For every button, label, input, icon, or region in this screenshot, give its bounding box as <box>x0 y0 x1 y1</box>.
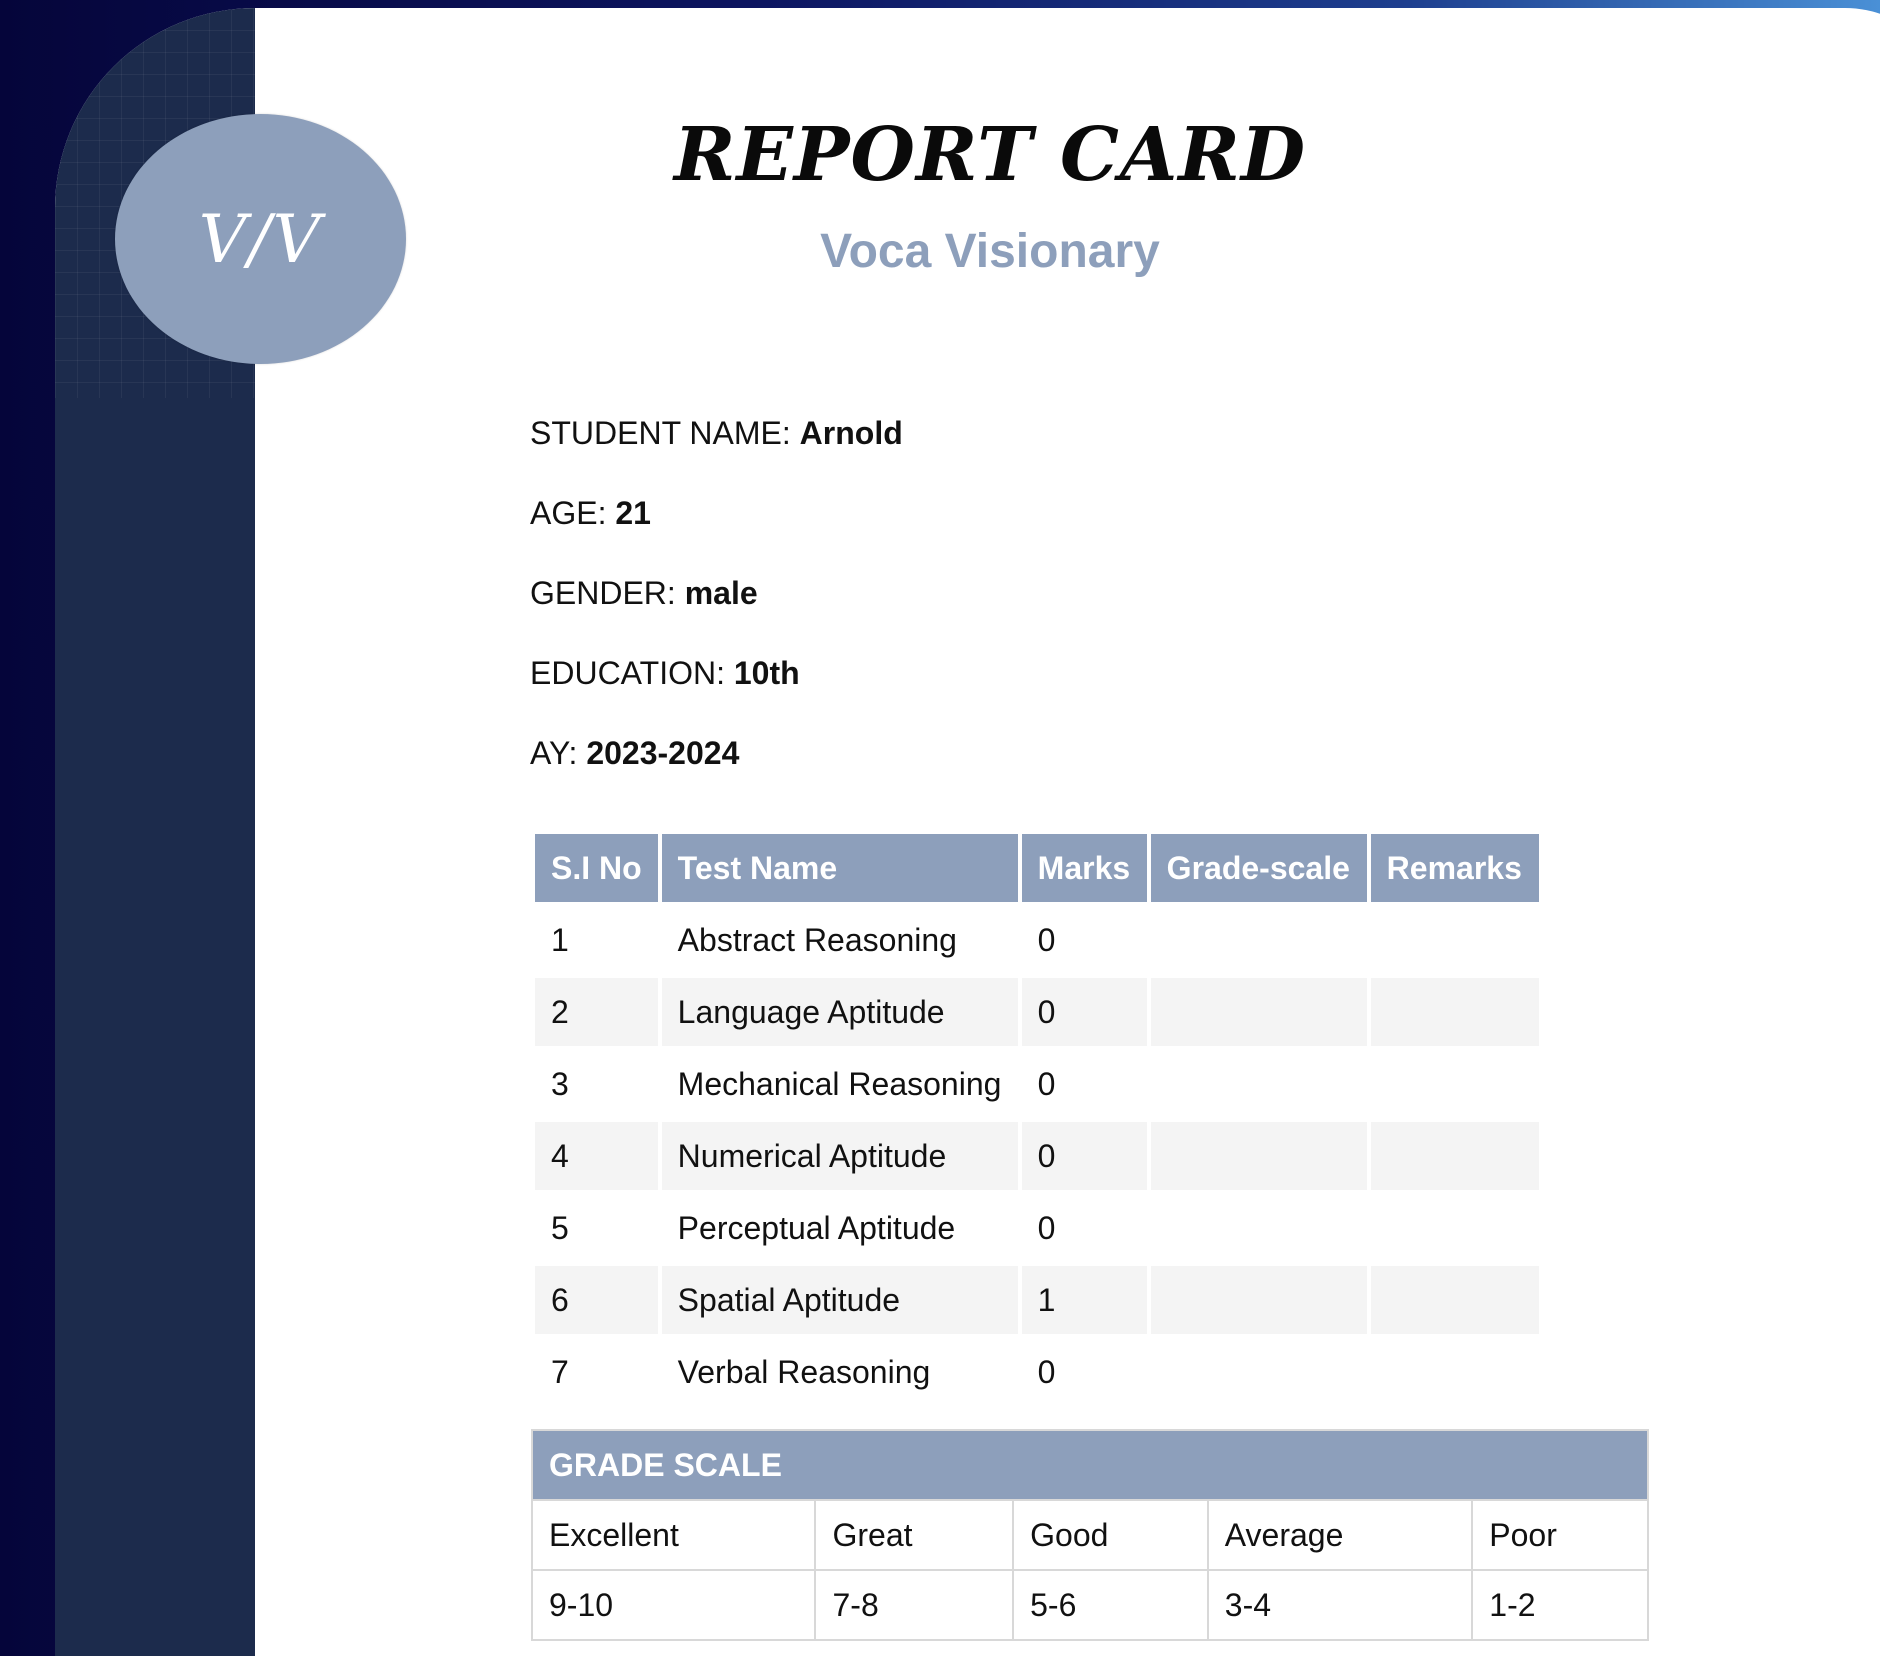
cell-marks: 0 <box>1037 1353 1056 1390</box>
column-header-sl-no: S.I No <box>535 834 658 902</box>
grade-levels-row: Excellent Great Good Average Poor <box>530 1499 1649 1571</box>
cell-grade-scale <box>1151 906 1367 974</box>
cell-test-name: Numerical Aptitude <box>661 1122 1018 1190</box>
grade-level-cell: Excellent <box>530 1499 817 1571</box>
cell-sl-no: 1 <box>551 921 569 958</box>
cell-grade-scale <box>1151 1338 1367 1406</box>
cell-sl-no: 7 <box>551 1353 569 1390</box>
table-row: 6 Spatial Aptitude 1 <box>535 1266 1539 1334</box>
school-logo: V/V <box>115 114 406 364</box>
cell-grade-scale <box>1150 978 1367 1046</box>
cell-sl-no: 6 <box>535 1266 658 1334</box>
table-row: 3 Mechanical Reasoning 0 <box>535 1050 1539 1118</box>
cell-test-name: Perceptual Aptitude <box>677 1209 956 1246</box>
report-card-page: V/V REPORT CARD Voca Visionary STUDENT N… <box>55 8 1880 1656</box>
academic-year-line: AY: 2023-2024 <box>530 735 739 772</box>
marks-table-header-row: S.I No Test Name Marks Grade-scale Remar… <box>535 834 1539 902</box>
cell-sl-no: 2 <box>535 978 658 1046</box>
grade-range-cell: 1-2 <box>1471 1569 1649 1641</box>
student-name-line: STUDENT NAME: Arnold <box>530 415 903 452</box>
cell-marks: 0 <box>1021 1122 1147 1190</box>
education-value: 10th <box>733 655 800 691</box>
cell-marks: 0 <box>1037 921 1056 958</box>
cell-marks: 0 <box>1037 1209 1056 1246</box>
student-name-value: Arnold <box>799 415 903 451</box>
institution-name: Voca Visionary <box>820 225 1160 278</box>
grade-level-cell: Great <box>814 1499 1015 1571</box>
column-header-marks: Marks <box>1021 834 1147 902</box>
cell-remarks <box>1371 1050 1539 1118</box>
cell-marks: 0 <box>1021 978 1147 1046</box>
grade-range-cell: 7-8 <box>814 1569 1015 1641</box>
cell-remarks <box>1371 1338 1539 1406</box>
age-line: AGE: 21 <box>530 495 651 532</box>
cell-sl-no: 5 <box>551 1209 569 1246</box>
cell-remarks <box>1371 1194 1539 1262</box>
table-row: 1 Abstract Reasoning 0 <box>535 906 1539 974</box>
cell-test-name: Verbal Reasoning <box>677 1353 931 1390</box>
grade-level-cell: Poor <box>1471 1499 1649 1571</box>
grade-range-cell: 3-4 <box>1206 1569 1474 1641</box>
left-sidebar-band-lower <box>55 398 255 1656</box>
column-header-test-name: Test Name <box>661 834 1018 902</box>
cell-marks: 1 <box>1021 1266 1147 1334</box>
cell-remarks <box>1370 978 1539 1046</box>
age-value: 21 <box>615 495 651 531</box>
cell-test-name: Language Aptitude <box>661 978 1018 1046</box>
cell-sl-no: 4 <box>535 1122 658 1190</box>
table-row: 4 Numerical Aptitude 0 <box>535 1122 1539 1190</box>
cell-grade-scale <box>1150 1266 1367 1334</box>
cell-remarks <box>1370 1122 1539 1190</box>
student-name-label: STUDENT NAME: <box>530 415 791 451</box>
grade-ranges-row: 9-10 7-8 5-6 3-4 1-2 <box>530 1569 1649 1641</box>
grade-scale-title: GRADE SCALE <box>531 1429 1649 1501</box>
table-row: 7 Verbal Reasoning 0 <box>535 1338 1539 1406</box>
grade-range-cell: 5-6 <box>1012 1569 1209 1641</box>
education-line: EDUCATION: 10th <box>530 655 800 692</box>
gender-label: GENDER: <box>530 575 676 611</box>
cell-remarks <box>1370 1266 1539 1334</box>
cell-test-name: Spatial Aptitude <box>661 1266 1018 1334</box>
education-label: EDUCATION: <box>530 655 725 691</box>
column-header-remarks: Remarks <box>1370 834 1539 902</box>
academic-year-value: 2023-2024 <box>586 735 740 771</box>
gender-value: male <box>684 575 758 611</box>
cell-test-name: Abstract Reasoning <box>677 921 957 958</box>
cell-sl-no: 3 <box>551 1065 569 1102</box>
grade-level-cell: Good <box>1012 1499 1209 1571</box>
age-label: AGE: <box>530 495 607 531</box>
gender-line: GENDER: male <box>530 575 758 612</box>
cell-marks: 0 <box>1037 1065 1056 1102</box>
cell-test-name: Mechanical Reasoning <box>677 1065 1002 1102</box>
grade-level-cell: Average <box>1206 1499 1474 1571</box>
grade-range-cell: 9-10 <box>530 1569 817 1641</box>
grade-scale-table: GRADE SCALE Excellent Great Good Average… <box>530 1429 1649 1641</box>
table-row: 5 Perceptual Aptitude 0 <box>535 1194 1539 1262</box>
cell-remarks <box>1371 906 1539 974</box>
column-header-grade-scale: Grade-scale <box>1150 834 1367 902</box>
page-title: REPORT CARD <box>673 112 1306 198</box>
marks-table: S.I No Test Name Marks Grade-scale Remar… <box>531 830 1543 1410</box>
academic-year-label: AY: <box>530 735 578 771</box>
cell-grade-scale <box>1150 1122 1367 1190</box>
grade-scale-header-row: GRADE SCALE <box>531 1429 1649 1501</box>
table-row: 2 Language Aptitude 0 <box>535 978 1539 1046</box>
cell-grade-scale <box>1151 1050 1367 1118</box>
cell-grade-scale <box>1151 1194 1367 1262</box>
